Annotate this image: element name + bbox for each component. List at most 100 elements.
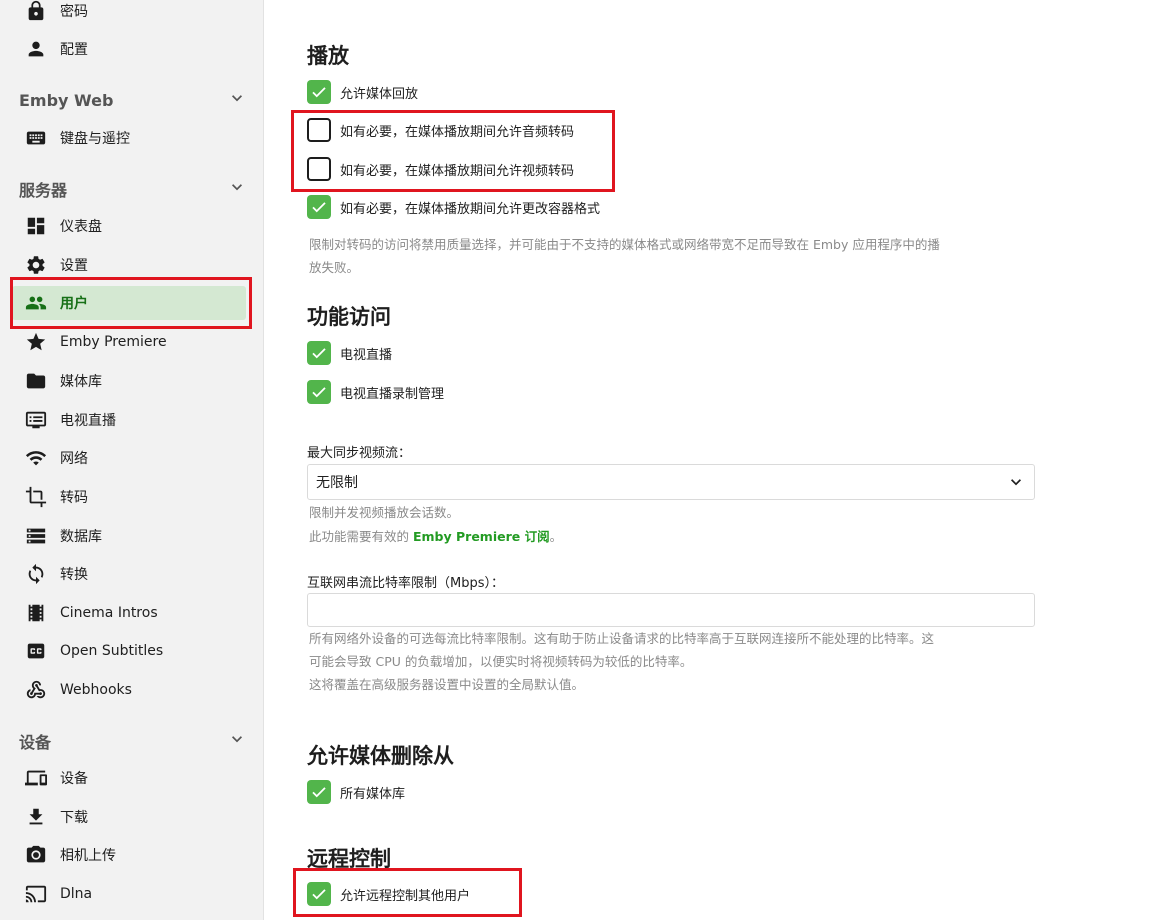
- checkbox-live-tv[interactable]: 电视直播: [307, 340, 392, 366]
- checkbox-live-tv-recording[interactable]: 电视直播录制管理: [307, 379, 444, 405]
- sidebar-item-downloads[interactable]: 下载: [12, 800, 246, 834]
- checkbox-label: 允许远程控制其他用户: [340, 888, 471, 904]
- max-streams-select[interactable]: 无限制: [307, 464, 1035, 500]
- sidebar-item-label: 相机上传: [60, 848, 116, 864]
- checkbox-all-libraries[interactable]: 所有媒体库: [307, 779, 405, 805]
- bitrate-hint-line-3: 这将覆盖在高级服务器设置中设置的全局默认值。: [309, 677, 585, 692]
- checkbox-allow-remote-control[interactable]: 允许远程控制其他用户: [307, 881, 470, 907]
- section-header-label: Emby Web: [19, 90, 114, 110]
- sync-icon: [24, 562, 48, 586]
- bitrate-hint-line-2: 可能会导致 CPU 的负载增加，以便实时将视频转码为较低的比特率。: [309, 654, 693, 669]
- sidebar-item-label: 用户: [60, 296, 88, 312]
- download-icon: [24, 805, 48, 829]
- sidebar-item-webhooks[interactable]: Webhooks: [12, 673, 246, 707]
- sidebar-item-live-tv[interactable]: 电视直播: [12, 403, 246, 437]
- checkmark-icon: [312, 387, 326, 398]
- closed-caption-icon: [24, 639, 48, 663]
- checkbox-label: 所有媒体库: [340, 786, 406, 802]
- sidebar-item-transcoding[interactable]: 转码: [12, 480, 246, 514]
- checkbox[interactable]: [307, 780, 331, 804]
- folder-icon: [24, 369, 48, 393]
- sidebar: 密码 配置 Emby Web 键盘与遥控 服务器 仪表盘 设置 用户 Emby …: [0, 0, 264, 920]
- checkbox-label: 如有必要，在媒体播放期间允许视频转码: [340, 163, 575, 179]
- checkbox-label: 如有必要，在媒体播放期间允许音频转码: [340, 124, 575, 140]
- people-icon: [24, 291, 48, 315]
- sidebar-item-dlna[interactable]: Dlna: [12, 877, 246, 911]
- checkbox-label: 电视直播: [340, 347, 393, 363]
- checkbox-allow-video-transcoding[interactable]: 如有必要，在媒体播放期间允许视频转码: [307, 156, 574, 182]
- chevron-down-icon: [1011, 479, 1021, 486]
- checkbox[interactable]: [307, 195, 331, 219]
- playback-hint-line-2: 放失败。: [309, 260, 360, 275]
- sidebar-item-label: 媒体库: [60, 374, 102, 390]
- sidebar-item-label: 数据库: [60, 529, 102, 545]
- checkbox[interactable]: [307, 882, 331, 906]
- sidebar-item-label: 配置: [60, 42, 88, 58]
- checkmark-icon: [312, 889, 326, 900]
- sidebar-item-password[interactable]: 密码: [12, 0, 246, 28]
- sidebar-item-conversion[interactable]: 转换: [12, 557, 246, 591]
- gear-icon: [24, 253, 48, 277]
- sidebar-item-network[interactable]: 网络: [12, 441, 246, 475]
- checkbox-label: 如有必要，在媒体播放期间允许更改容器格式: [340, 201, 601, 217]
- sidebar-item-profile[interactable]: 配置: [12, 32, 246, 66]
- camera-icon: [24, 843, 48, 867]
- playback-hint-line-1: 限制对转码的访问将禁用质量选择，并可能由于不支持的媒体格式或网络带宽不足而导致在…: [309, 237, 940, 252]
- webhook-icon: [24, 678, 48, 702]
- sidebar-item-label: 设备: [60, 771, 88, 787]
- checkbox[interactable]: [307, 157, 331, 181]
- sidebar-item-database[interactable]: 数据库: [12, 519, 246, 553]
- sidebar-item-users[interactable]: 用户: [12, 286, 246, 320]
- bitrate-limit-input[interactable]: [307, 593, 1035, 627]
- sidebar-item-camera-upload[interactable]: 相机上传: [12, 838, 246, 872]
- sidebar-item-label: 设置: [60, 258, 88, 274]
- sidebar-item-label: 转换: [60, 567, 88, 583]
- section-header-label: 设备: [19, 733, 52, 752]
- checkbox[interactable]: [307, 341, 331, 365]
- sidebar-item-open-subtitles[interactable]: Open Subtitles: [12, 634, 246, 668]
- keyboard-icon: [24, 126, 48, 150]
- dashboard-icon: [24, 214, 48, 238]
- checkbox-label: 允许媒体回放: [340, 86, 419, 102]
- checkbox-allow-audio-transcoding[interactable]: 如有必要，在媒体播放期间允许音频转码: [307, 117, 574, 143]
- checkmark-icon: [312, 202, 326, 213]
- sidebar-item-label: Webhooks: [60, 682, 132, 698]
- section-title-feature-access: 功能访问: [307, 305, 391, 329]
- hint-prefix: 此功能需要有效的: [309, 529, 413, 544]
- checkmark-icon: [312, 348, 326, 359]
- checkbox[interactable]: [307, 118, 331, 142]
- sidebar-item-label: 键盘与遥控: [60, 131, 130, 147]
- sidebar-item-label: 仪表盘: [60, 219, 102, 235]
- sidebar-item-settings[interactable]: 设置: [12, 248, 246, 282]
- hint-suffix: 。: [549, 529, 563, 544]
- checkbox-allow-media-playback[interactable]: 允许媒体回放: [307, 79, 418, 105]
- sidebar-item-label: 电视直播: [60, 413, 116, 429]
- user-settings-panel: 播放 允许媒体回放 如有必要，在媒体播放期间允许音频转码 如有必要，在媒体播放期…: [264, 0, 1152, 920]
- sidebar-item-cinema-intros[interactable]: Cinema Intros: [12, 596, 246, 630]
- checkbox[interactable]: [307, 80, 331, 104]
- sidebar-item-label: 转码: [60, 490, 88, 506]
- sidebar-item-emby-premiere[interactable]: Emby Premiere: [12, 325, 246, 359]
- section-header-emby-web[interactable]: Emby Web: [19, 85, 247, 115]
- sidebar-item-keyboard-remote[interactable]: 键盘与遥控: [12, 121, 246, 155]
- bitrate-hint-line-1: 所有网络外设备的可选每流比特率限制。这有助于防止设备请求的比特率高于互联网连接所…: [309, 631, 935, 646]
- wifi-icon: [24, 446, 48, 470]
- cast-icon: [24, 882, 48, 906]
- sidebar-item-devices[interactable]: 设备: [12, 761, 246, 795]
- checkbox-allow-container-conversion[interactable]: 如有必要，在媒体播放期间允许更改容器格式: [307, 194, 600, 220]
- sidebar-item-library[interactable]: 媒体库: [12, 364, 246, 398]
- emby-premiere-link[interactable]: Emby Premiere 订阅: [413, 529, 550, 544]
- checkmark-icon: [312, 87, 326, 98]
- max-streams-label: 最大同步视频流：: [307, 446, 412, 461]
- sidebar-item-dashboard[interactable]: 仪表盘: [12, 209, 246, 243]
- crop-icon: [24, 485, 48, 509]
- tv-guide-icon: [24, 408, 48, 432]
- checkbox[interactable]: [307, 380, 331, 404]
- bitrate-limit-label: 互联网串流比特率限制（Mbps）：: [307, 576, 504, 591]
- sidebar-item-label: Open Subtitles: [60, 643, 164, 659]
- sidebar-item-label: 网络: [60, 451, 88, 467]
- section-title-playback: 播放: [307, 44, 349, 68]
- section-header-devices[interactable]: 设备: [19, 726, 247, 756]
- section-header-server[interactable]: 服务器: [19, 174, 247, 204]
- sidebar-item-label: Cinema Intros: [60, 605, 158, 621]
